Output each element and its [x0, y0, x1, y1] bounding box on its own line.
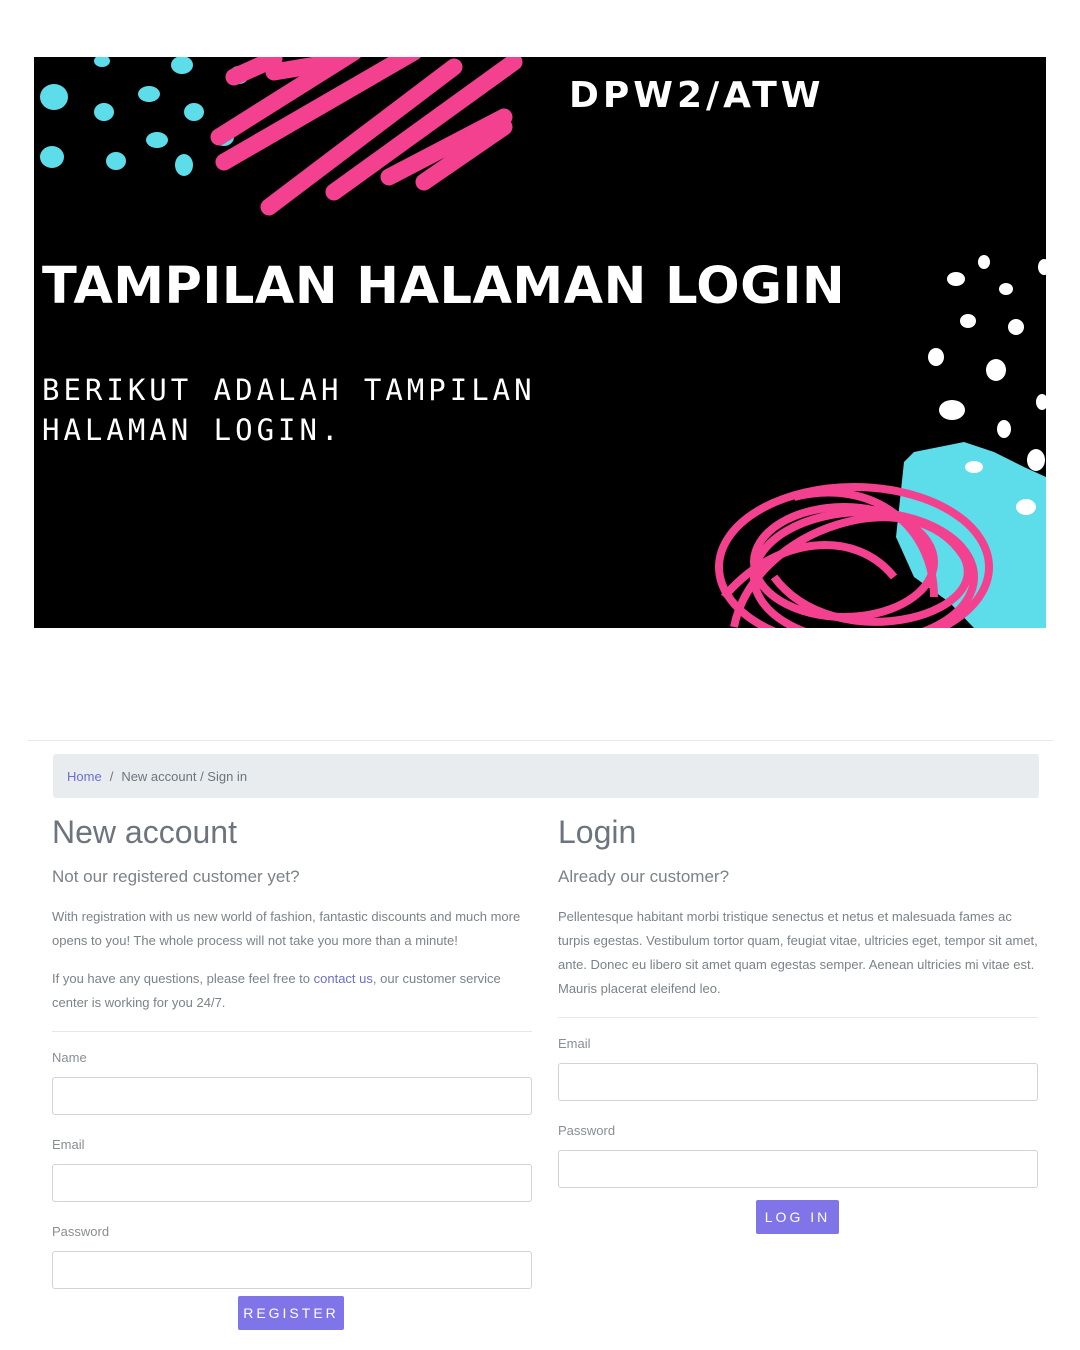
banner-subtitle-line2: HALAMAN LOGIN. — [42, 413, 343, 447]
register-button[interactable]: REGISTER — [238, 1296, 344, 1330]
new-account-lead: Not our registered customer yet? — [52, 867, 300, 886]
breadcrumb: Home / New account / Sign in — [53, 754, 1039, 798]
login-lead: Already our customer? — [558, 867, 730, 886]
banner-subtitle-line1: BERIKUT ADALAH TAMPILAN — [42, 373, 536, 407]
new-account-divider — [52, 1031, 532, 1032]
banner-title: TAMPILAN HALAMAN LOGIN — [42, 257, 846, 316]
login-divider — [558, 1017, 1038, 1018]
register-email-label: Email — [52, 1137, 85, 1152]
page-top-divider — [28, 740, 1053, 741]
login-email-field[interactable] — [558, 1063, 1038, 1101]
new-account-section: New account Not our registered customer … — [52, 810, 532, 1289]
login-password-field[interactable] — [558, 1150, 1038, 1188]
banner-tag: DPW2/ATW — [569, 75, 825, 116]
contact-text-before: If you have any questions, please feel f… — [52, 971, 314, 986]
breadcrumb-current: New account / Sign in — [121, 768, 248, 784]
login-button[interactable]: LOG IN — [756, 1200, 839, 1234]
name-label: Name — [52, 1050, 87, 1065]
white-dots-right — [928, 255, 1046, 471]
register-password-field[interactable] — [52, 1251, 532, 1289]
breadcrumb-home-link[interactable]: Home — [67, 769, 102, 784]
new-account-contact-text: If you have any questions, please feel f… — [52, 967, 532, 1015]
banner: DPW2/ATW TAMPILAN HALAMAN LOGIN BERIKUT … — [34, 57, 1046, 628]
pink-scribble-top — [210, 57, 523, 216]
register-email-field[interactable] — [52, 1164, 532, 1202]
banner-subtitle: BERIKUT ADALAH TAMPILAN HALAMAN LOGIN. — [42, 370, 562, 450]
register-password-label: Password — [52, 1224, 110, 1239]
login-description: Pellentesque habitant morbi tristique se… — [558, 909, 1038, 996]
new-account-description: With registration with us new world of f… — [52, 909, 521, 948]
contact-us-link[interactable]: contact us — [314, 971, 373, 986]
breadcrumb-separator: / — [109, 768, 114, 784]
login-title: Login — [558, 814, 637, 850]
banner-decoration — [40, 57, 1046, 628]
new-account-title: New account — [52, 814, 237, 850]
login-email-label: Email — [558, 1036, 591, 1051]
login-section: Login Already our customer? Pellentesque… — [558, 810, 1038, 1188]
login-password-label: Password — [558, 1123, 616, 1138]
name-field[interactable] — [52, 1077, 532, 1115]
